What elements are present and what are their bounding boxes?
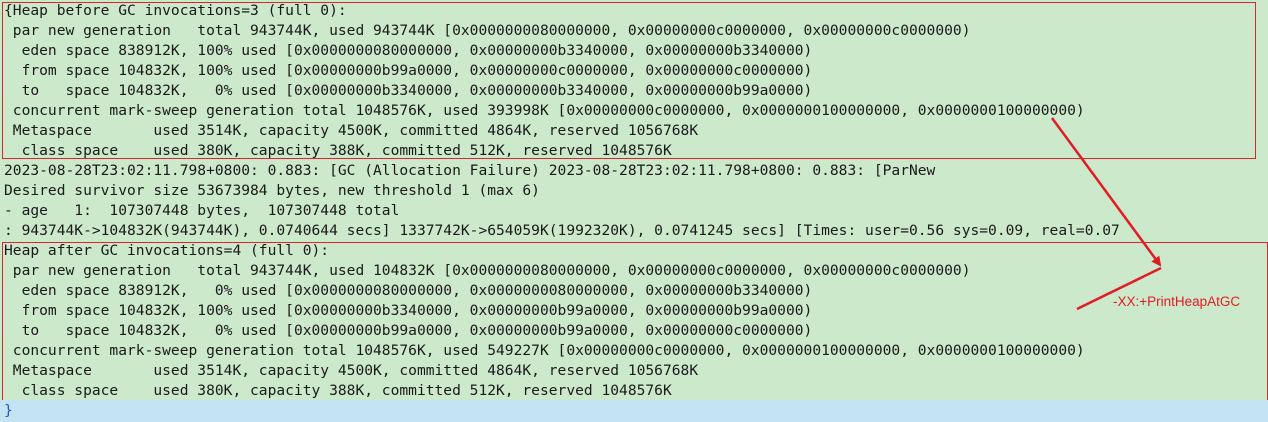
closing-brace: } xyxy=(4,402,13,419)
log-line: 2023-08-28T23:02:11.798+0800: 0.883: [GC… xyxy=(4,162,936,179)
log-line: eden space 838912K, 0% used [0x000000008… xyxy=(4,282,813,299)
log-line: concurrent mark-sweep generation total 1… xyxy=(4,102,1085,119)
log-line: concurrent mark-sweep generation total 1… xyxy=(4,342,1085,359)
log-line: par new generation total 943744K, used 1… xyxy=(4,262,971,279)
log-line: eden space 838912K, 100% used [0x0000000… xyxy=(4,42,813,59)
log-line: par new generation total 943744K, used 9… xyxy=(4,22,971,39)
log-line: : 943744K->104832K(943744K), 0.0740644 s… xyxy=(4,222,1120,239)
annotation-label: -XX:+PrintHeapAtGC xyxy=(1113,294,1241,309)
log-line: - age 1: 107307448 bytes, 107307448 tota… xyxy=(4,202,400,219)
log-line: from space 104832K, 100% used [0x0000000… xyxy=(4,62,813,79)
log-line: Metaspace used 3514K, capacity 4500K, co… xyxy=(4,362,699,379)
log-line: from space 104832K, 100% used [0x0000000… xyxy=(4,302,813,319)
log-line: Metaspace used 3514K, capacity 4500K, co… xyxy=(4,122,699,139)
log-line: Heap after GC invocations=4 (full 0): xyxy=(4,242,330,259)
arrow-from-heap-before xyxy=(1050,117,1162,267)
log-line: to space 104832K, 0% used [0x00000000b99… xyxy=(4,322,813,339)
log-line: class space used 380K, capacity 388K, co… xyxy=(4,142,672,159)
log-line: Desired survivor size 53673984 bytes, ne… xyxy=(4,182,540,199)
log-line: class space used 380K, capacity 388K, co… xyxy=(4,382,672,399)
log-line: {Heap before GC invocations=3 (full 0): xyxy=(4,2,347,19)
current-line-highlight xyxy=(0,400,1268,422)
log-line: to space 104832K, 0% used [0x00000000b33… xyxy=(4,82,813,99)
